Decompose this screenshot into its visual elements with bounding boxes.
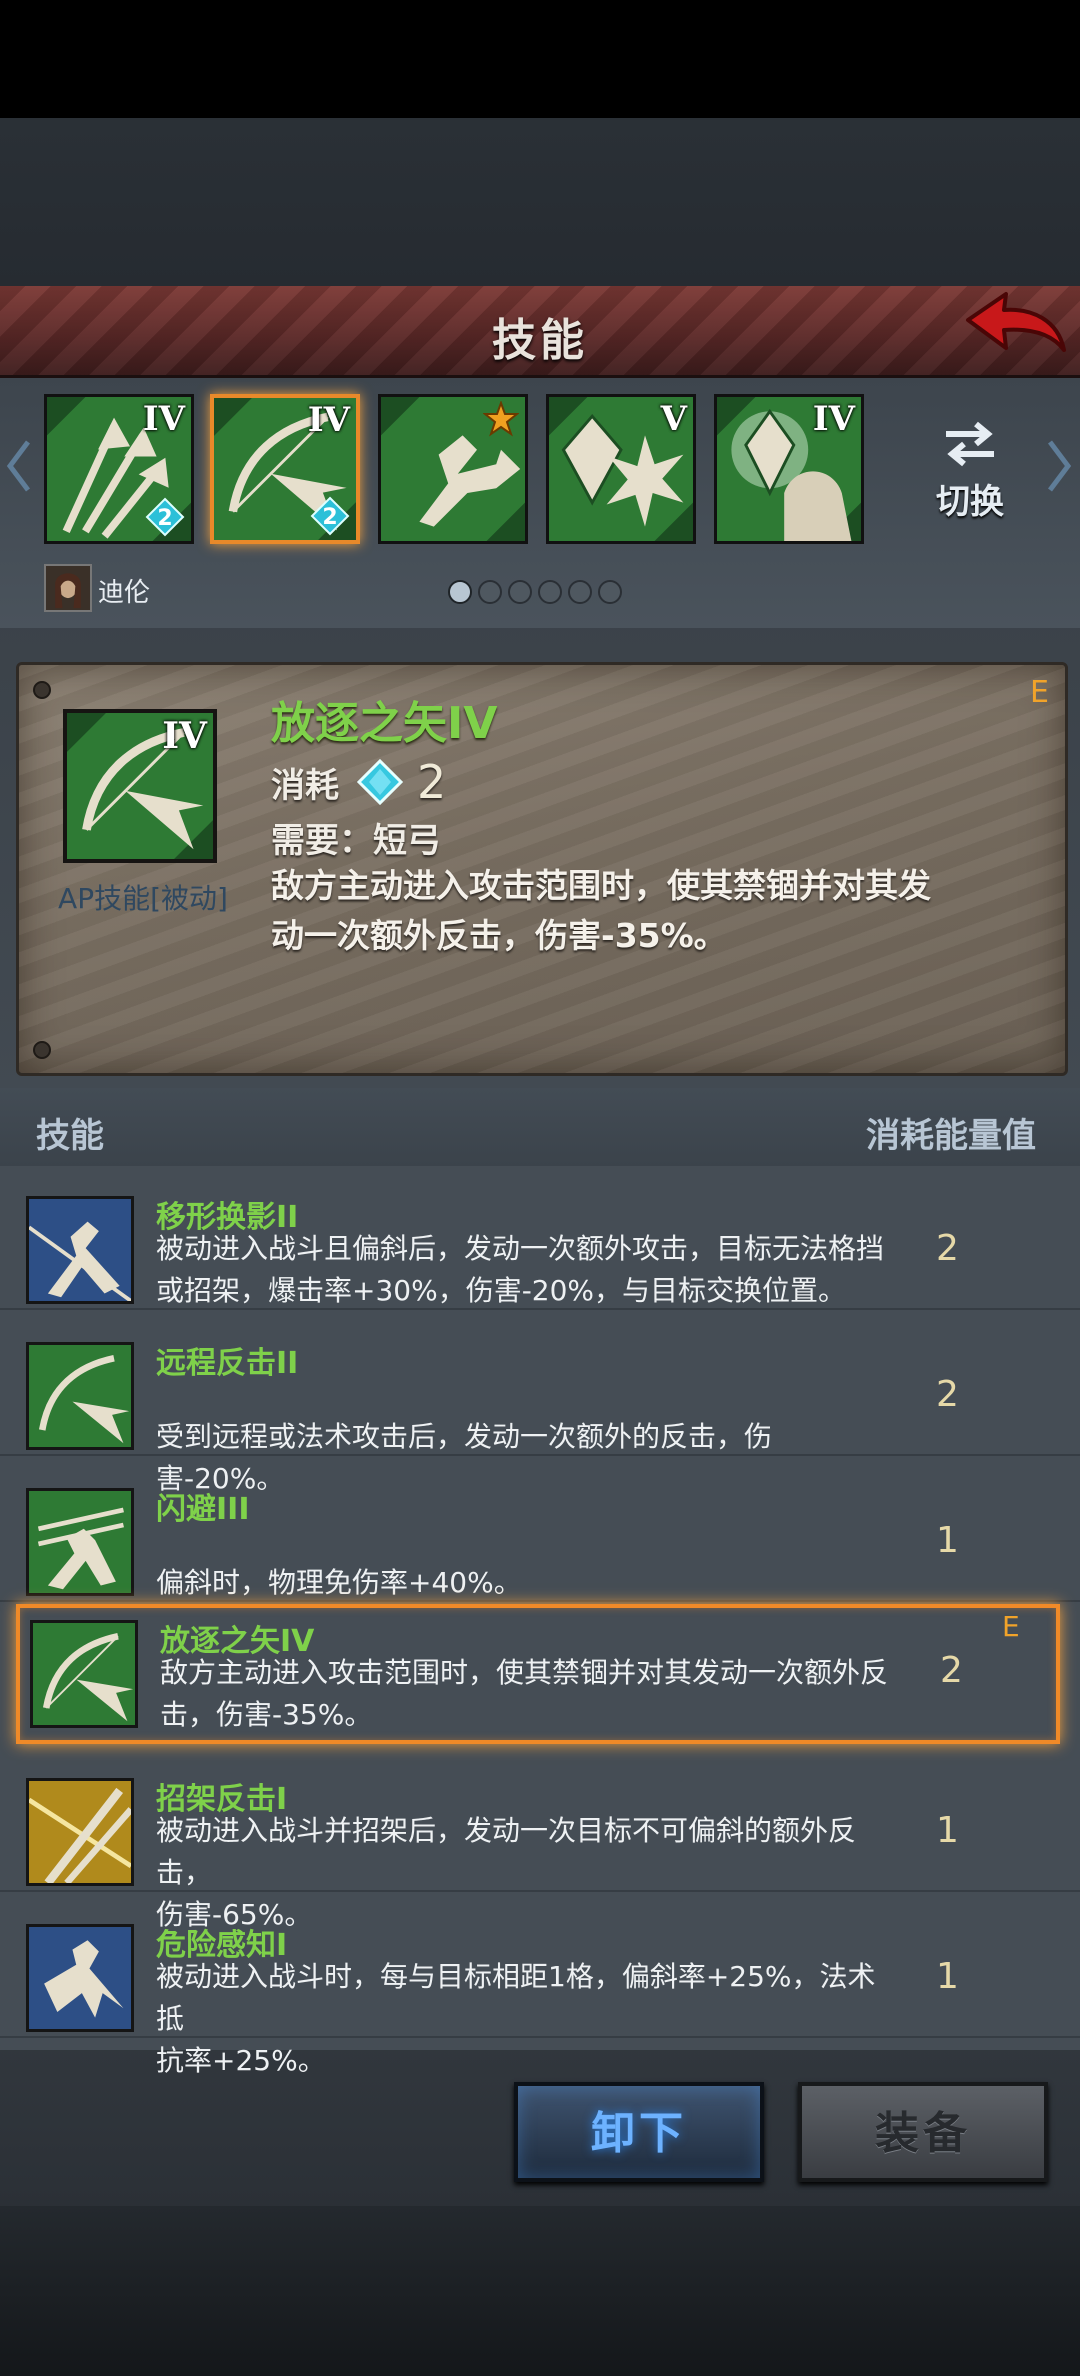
- list-item[interactable]: 招架反击I 被动进入战斗并招架后，发动一次目标不可偏斜的额外反击， 伤害-65%…: [0, 1748, 1080, 1931]
- description-line: 偏斜时，物理免伤率+40%。: [156, 1566, 522, 1599]
- cost-label: 消耗: [271, 765, 339, 806]
- skill-description: 偏斜时，物理免伤率+40%。: [156, 1520, 896, 1604]
- description-line: 敌方主动进入攻击范围时，使其禁锢并对其发动一次额外反: [160, 1656, 889, 1689]
- skill-rank: IV: [812, 399, 855, 439]
- skill-rank: IV: [307, 400, 350, 440]
- character-portrait-icon: [46, 566, 90, 610]
- status-bar-area: [0, 0, 1080, 118]
- skill-list-header: 技能 消耗能量值: [0, 1088, 1080, 1166]
- dodge-icon: [29, 1491, 131, 1593]
- avatar[interactable]: [44, 564, 92, 612]
- shadow-swap-icon: [29, 1199, 131, 1301]
- gem-count: 2: [322, 505, 337, 530]
- star-icon: [483, 401, 519, 437]
- skill-icon: [26, 1342, 134, 1450]
- swap-label: 切换: [936, 482, 1004, 522]
- energy-cost: 1: [936, 1520, 959, 1561]
- skill-icon: [26, 1196, 134, 1304]
- description-line: [156, 1374, 896, 1416]
- skill-icon: [26, 1778, 134, 1886]
- skill-detail-panel: IV AP技能[被动] 放逐之矢IV E 消耗 2 需要：短弓 敌方主动进入攻击…: [16, 662, 1068, 1076]
- energy-cost: 2: [936, 1228, 959, 1269]
- page-dot[interactable]: [538, 580, 562, 604]
- energy-cost: 1: [936, 1956, 959, 1997]
- energy-cost: 1: [936, 1810, 959, 1851]
- energy-gem-icon: [357, 759, 403, 805]
- skill-description: 被动进入战斗且偏斜后，发动一次额外攻击，目标无法格挡 或招架，爆击率+30%，伤…: [156, 1228, 896, 1312]
- energy-cost: 2: [940, 1650, 963, 1691]
- page-dot[interactable]: [598, 580, 622, 604]
- page-dot[interactable]: [478, 580, 502, 604]
- bottom-area: [0, 2206, 1080, 2376]
- description-line: [156, 1520, 896, 1562]
- column-skill: 技能: [36, 1116, 104, 1156]
- skill-rank: IV: [142, 399, 185, 439]
- description-line: 被动进入战斗时，每与目标相距1格，偏斜率+25%，法术抵: [156, 1960, 876, 2035]
- swap-arrows-icon: [946, 421, 994, 467]
- skill-slot-4[interactable]: V: [546, 394, 696, 544]
- description-line: 被动进入战斗并招架后，发动一次目标不可偏斜的额外反击，: [156, 1814, 857, 1889]
- page-title: 技能: [492, 315, 588, 366]
- description-line: 击，伤害-35%。: [160, 1698, 373, 1731]
- skill-slot-1[interactable]: IV 2: [44, 394, 194, 544]
- skill-type: AP技能[被动]: [58, 882, 228, 915]
- skill-rank: IV: [162, 715, 207, 757]
- gem-count: 2: [157, 506, 172, 531]
- equip-button[interactable]: 装备: [798, 2082, 1048, 2182]
- column-energy-cost: 消耗能量值: [866, 1116, 1036, 1156]
- list-item[interactable]: 远程反击II 受到远程或法术攻击后，发动一次额外的反击，伤害-20%。 2: [0, 1312, 1080, 1495]
- page-dot[interactable]: [508, 580, 532, 604]
- back-arrow-icon: [966, 292, 1066, 352]
- skill-list: 移形换影II 被动进入战斗且偏斜后，发动一次额外攻击，目标无法格挡 或招架，爆击…: [0, 1166, 1080, 2077]
- unequip-button[interactable]: 卸下: [514, 2082, 764, 2182]
- chevron-left-icon[interactable]: [4, 436, 34, 496]
- skill-slot-2[interactable]: IV 2: [210, 394, 360, 544]
- detail-skill-icon: IV: [63, 709, 217, 863]
- danger-sense-icon: [29, 1927, 131, 2029]
- skill-description: 敌方主动进入攻击范围时，使其禁锢并对其发 动一次额外反击，伤害-35%。: [271, 861, 991, 961]
- energy-gem-icon: 2: [310, 496, 350, 536]
- energy-cost: 2: [936, 1374, 959, 1415]
- skill-icon: [26, 1924, 134, 2032]
- rivet: [33, 1041, 51, 1059]
- skill-icon: [30, 1620, 138, 1728]
- ranged-counter-icon: [29, 1345, 131, 1447]
- list-item[interactable]: 危险感知I 被动进入战斗时，每与目标相距1格，偏斜率+25%，法术抵 抗率+25…: [0, 1894, 1080, 2077]
- cost-value: 2: [417, 755, 447, 809]
- list-item[interactable]: 闪避III 偏斜时，物理免伤率+40%。 1: [0, 1458, 1080, 1602]
- equipped-skills-strip: IV 2 IV 2 V IV 切换 迪伦: [0, 378, 1080, 628]
- page-dot[interactable]: [448, 580, 472, 604]
- page-indicator: [448, 580, 622, 604]
- swap-button[interactable]: 切换: [920, 418, 1020, 523]
- list-item[interactable]: 移形换影II 被动进入战斗且偏斜后，发动一次额外攻击，目标无法格挡 或招架，爆击…: [0, 1166, 1080, 1310]
- parry-counter-icon: [29, 1781, 131, 1883]
- skill-slot-5[interactable]: IV: [714, 394, 864, 544]
- skill-icon: [26, 1488, 134, 1596]
- page-dot[interactable]: [568, 580, 592, 604]
- skill-rank: V: [660, 399, 687, 439]
- list-item-selected[interactable]: 放逐之矢IV E 敌方主动进入攻击范围时，使其禁锢并对其发动一次额外反 击，伤害…: [16, 1604, 1060, 1744]
- description-line: 动一次额外反击，伤害-35%。: [271, 916, 727, 955]
- requirement: 需要：短弓: [271, 821, 441, 861]
- grade-badge: E: [1002, 1610, 1020, 1643]
- skill-description: 被动进入战斗时，每与目标相距1格，偏斜率+25%，法术抵 抗率+25%。: [156, 1956, 896, 2082]
- chevron-right-icon[interactable]: [1044, 436, 1074, 496]
- back-button[interactable]: [960, 290, 1070, 370]
- description-line: 被动进入战斗且偏斜后，发动一次额外攻击，目标无法格挡: [156, 1232, 885, 1265]
- skill-description: 敌方主动进入攻击范围时，使其禁锢并对其发动一次额外反 击，伤害-35%。: [160, 1652, 900, 1736]
- grade-badge: E: [1030, 675, 1049, 710]
- character-name: 迪伦: [98, 578, 151, 608]
- cost-row: 消耗 2: [271, 755, 446, 809]
- rivet: [33, 681, 51, 699]
- skill-name: 放逐之矢IV: [271, 698, 498, 749]
- description-line: 敌方主动进入攻击范围时，使其禁锢并对其发: [271, 866, 931, 905]
- description-line: 或招架，爆击率+30%，伤害-20%，与目标交换位置。: [156, 1274, 847, 1307]
- bow-arrow-icon: [33, 1623, 135, 1725]
- skill-slot-3[interactable]: [378, 394, 528, 544]
- energy-gem-icon: 2: [145, 497, 185, 537]
- title-bar: 技能: [0, 286, 1080, 378]
- description-line: 抗率+25%。: [156, 2044, 326, 2077]
